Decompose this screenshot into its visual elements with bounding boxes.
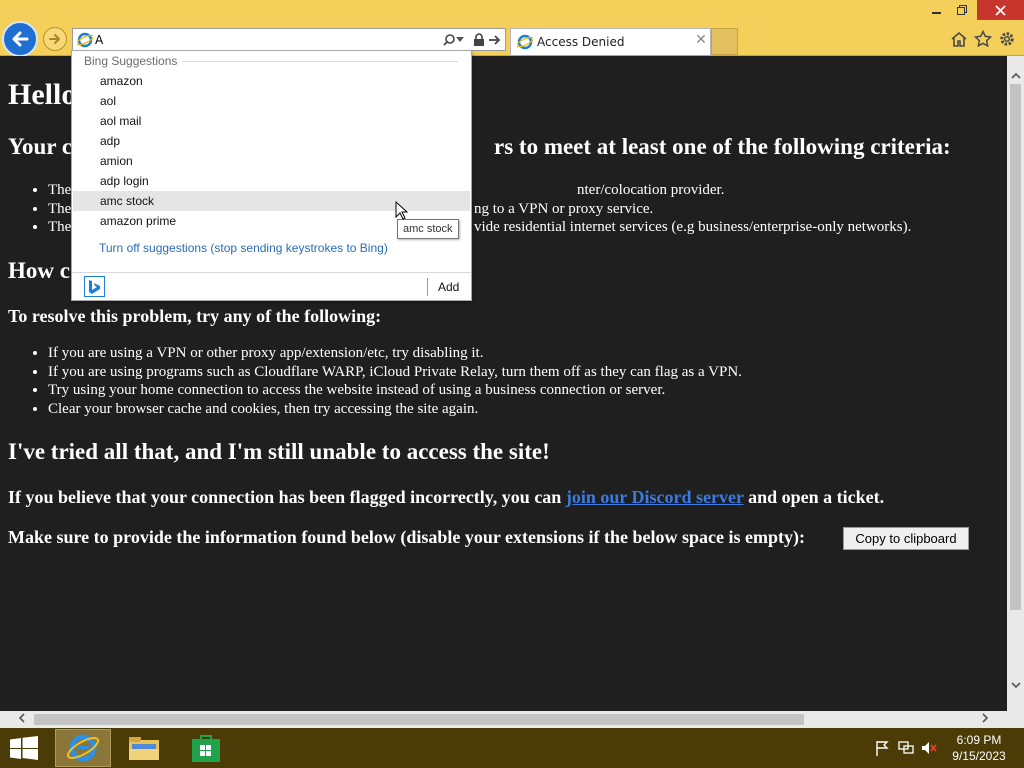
copy-to-clipboard-button[interactable]: Copy to clipboard — [843, 527, 969, 550]
list-item: Try using your home connection to access… — [48, 381, 742, 400]
discord-link[interactable]: join our Discord server — [566, 487, 744, 507]
turn-off-suggestions-link[interactable]: Turn off suggestions (stop sending keyst… — [99, 241, 388, 255]
tab-access-denied[interactable]: Access Denied ✕ — [510, 28, 711, 55]
tab-close-icon[interactable]: ✕ — [694, 33, 708, 47]
close-window-icon[interactable] — [977, 0, 1024, 20]
criteria-heading-end: rs to meet at least one of the following… — [494, 134, 951, 159]
suggestions-header: Bing Suggestions — [84, 54, 178, 68]
clock-time: 6:09 PM — [956, 733, 1002, 747]
go-arrow-icon[interactable] — [487, 32, 503, 48]
volume-muted-icon[interactable] — [920, 740, 938, 756]
resolve-list: If you are using a VPN or other proxy ap… — [48, 344, 742, 418]
scroll-right-icon[interactable] — [978, 713, 992, 728]
back-button[interactable] — [2, 21, 38, 57]
new-tab-button[interactable] — [711, 28, 738, 55]
scroll-down-icon[interactable] — [1009, 680, 1023, 694]
horizontal-scroll-thumb[interactable] — [34, 714, 804, 725]
suggestion-item[interactable]: amazon — [73, 71, 470, 91]
favorites-star-icon[interactable] — [972, 28, 994, 50]
taskbar-ie-button[interactable] — [55, 729, 111, 767]
how-heading: How c — [8, 258, 70, 283]
dropdown-chevron-icon[interactable] — [455, 32, 465, 48]
folder-icon — [129, 737, 159, 760]
tried-heading: I've tried all that, and I'm still unabl… — [8, 439, 550, 464]
system-clock[interactable]: 6:09 PM 9/15/2023 — [944, 732, 1014, 764]
header-divider — [182, 61, 458, 62]
flagged-text-after: and open a ticket. — [748, 487, 885, 507]
store-icon — [192, 735, 220, 762]
suggestion-tooltip: amc stock — [397, 219, 459, 239]
scroll-up-icon[interactable] — [1009, 70, 1023, 84]
settings-gear-icon[interactable] — [996, 28, 1018, 50]
home-icon[interactable] — [948, 28, 970, 50]
forward-button[interactable] — [43, 27, 67, 51]
list-item: Clear your browser cache and cookies, th… — [48, 400, 742, 419]
add-search-provider-button[interactable]: Add — [438, 280, 459, 294]
mouse-cursor-icon — [395, 201, 408, 220]
criteria-heading: Your c rs to meet at least one of the fol… — [8, 134, 951, 160]
suggestion-item[interactable]: amion — [73, 151, 470, 171]
network-icon[interactable] — [897, 740, 915, 756]
scrollbar-corner — [1007, 711, 1024, 728]
flagged-paragraph: If you believe that your connection has … — [8, 487, 884, 508]
suggestion-item[interactable]: adp login — [73, 171, 470, 191]
ie-tab-icon — [516, 34, 534, 54]
taskbar-store-button[interactable] — [186, 731, 226, 765]
taskbar-file-explorer-button[interactable] — [124, 731, 164, 765]
list-item: If you are using a VPN or other proxy ap… — [48, 344, 742, 363]
resolve-heading: To resolve this problem, try any of the … — [8, 306, 382, 326]
vertical-scrollbar[interactable] — [1007, 56, 1024, 711]
clock-date: 9/15/2023 — [952, 749, 1006, 763]
address-input[interactable] — [95, 31, 425, 49]
arrow-right-icon — [49, 34, 60, 44]
lock-icon[interactable] — [471, 32, 487, 48]
taskbar: 6:09 PM 9/15/2023 — [0, 728, 1024, 768]
ie-page-icon — [76, 32, 94, 52]
internet-explorer-icon — [67, 734, 99, 762]
suggestion-item[interactable]: adp — [73, 131, 470, 151]
scroll-left-icon[interactable] — [14, 713, 28, 728]
bing-logo-icon[interactable] — [84, 276, 105, 297]
action-center-flag-icon[interactable] — [873, 740, 891, 756]
suggestions-footer: Add — [72, 272, 471, 300]
tab-title: Access Denied — [537, 35, 625, 49]
minimize-icon[interactable] — [927, 0, 947, 20]
provide-info-text: Make sure to provide the information fou… — [8, 527, 806, 547]
footer-separator — [427, 278, 428, 296]
browser-chrome: Access Denied ✕ — [0, 0, 1024, 57]
suggestion-item[interactable]: aol mail — [73, 111, 470, 131]
horizontal-scrollbar[interactable] — [0, 711, 1007, 728]
suggestion-item[interactable]: aol — [73, 91, 470, 111]
suggestion-item-hovered[interactable]: amc stock — [73, 191, 470, 211]
flagged-text-before: If you believe that your connection has … — [8, 487, 562, 507]
address-bar[interactable] — [72, 28, 506, 51]
page-heading: Hello — [8, 78, 77, 111]
restore-icon[interactable] — [952, 0, 972, 20]
criteria-heading-start: Your c — [8, 134, 73, 159]
windows-start-icon[interactable] — [10, 736, 38, 760]
list-item: If you are using programs such as Cloudf… — [48, 363, 742, 382]
arrow-left-icon — [12, 31, 29, 47]
bing-suggestions-dropdown: Bing Suggestions amazon aol aol mail adp… — [71, 50, 472, 301]
vertical-scroll-thumb[interactable] — [1010, 84, 1021, 610]
